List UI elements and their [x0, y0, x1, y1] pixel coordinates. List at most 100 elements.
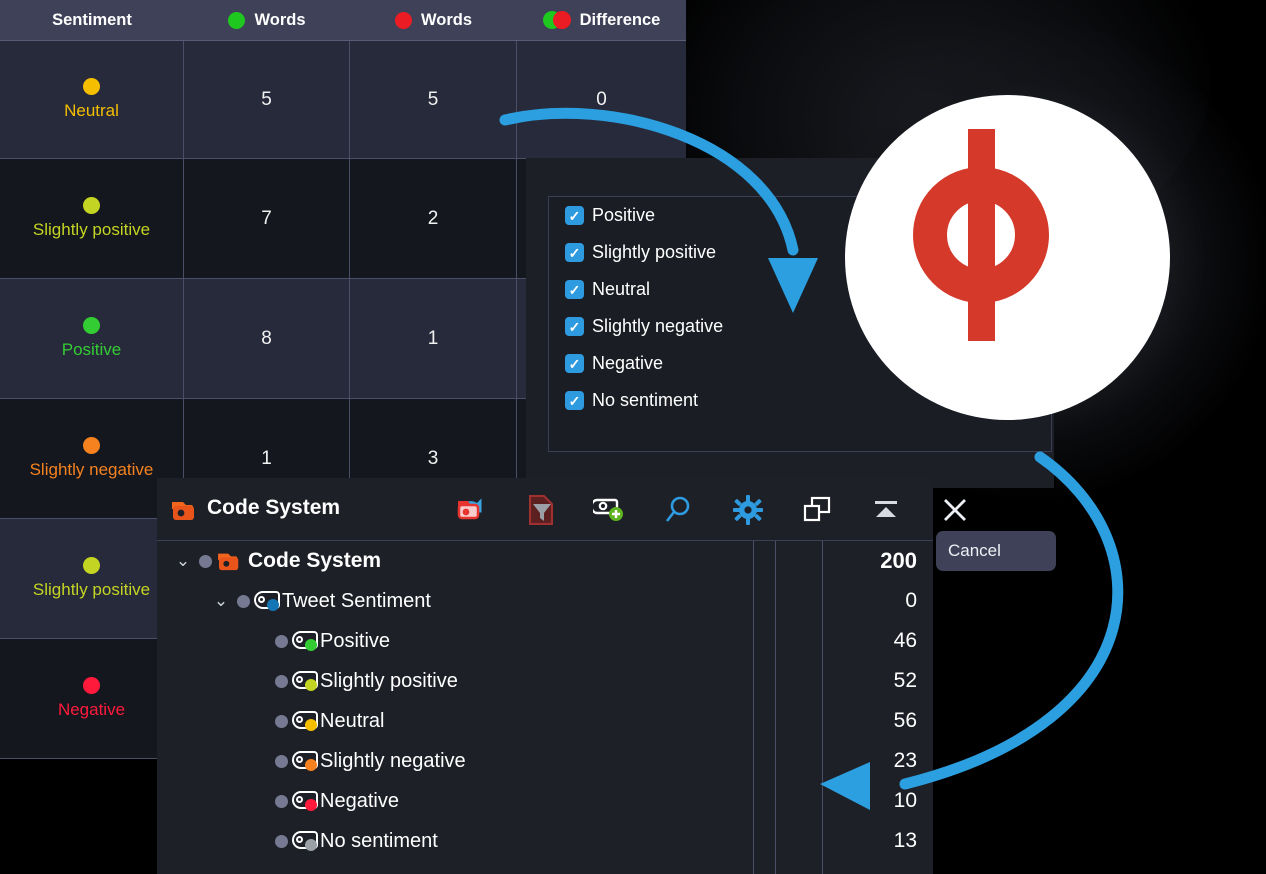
- cell-difference: 0: [517, 41, 686, 158]
- code-label: Tweet Sentiment: [282, 589, 431, 612]
- value: 1: [427, 327, 439, 349]
- code-icon: [292, 831, 318, 851]
- sentiment-dot-icon: [83, 437, 100, 454]
- tree-bullet-icon: [275, 834, 288, 848]
- filter-icon[interactable]: [506, 490, 575, 530]
- checkbox-checked-icon[interactable]: ✓: [565, 206, 584, 225]
- code-count-value: 13: [893, 829, 917, 852]
- cell-sentiment: Positive: [0, 279, 184, 398]
- code-system-toolbar: [437, 490, 989, 530]
- tree-bullet-icon: [275, 794, 288, 808]
- chevron-down-icon[interactable]: ⌄: [167, 551, 199, 571]
- checkbox-checked-icon[interactable]: ✓: [565, 317, 584, 336]
- code-label: Slightly negative: [320, 749, 466, 772]
- cell-green-words: 5: [184, 41, 350, 158]
- code-label: Positive: [320, 629, 391, 652]
- code-system-window: Code System ⌄ Code System ⌄ Tweet Sentim…: [157, 478, 966, 874]
- cell-sentiment: Neutral: [0, 41, 184, 158]
- green-dot-icon: [228, 11, 246, 29]
- code-icon: [292, 671, 318, 691]
- code-tree-row[interactable]: Slightly positive: [157, 661, 933, 701]
- code-tree-row[interactable]: ⌄ Code System: [157, 541, 933, 581]
- code-tree-row[interactable]: No sentiment: [157, 821, 933, 861]
- value: 7: [261, 207, 272, 229]
- column-header-difference[interactable]: Difference: [517, 0, 686, 40]
- checkbox-checked-icon[interactable]: ✓: [565, 354, 584, 373]
- code-icon: [292, 791, 318, 811]
- folder-code-icon: [216, 550, 244, 572]
- cell-green-words: 7: [184, 159, 350, 278]
- code-icon: [292, 751, 318, 771]
- table-row[interactable]: Neutral 5 5 0: [0, 41, 686, 159]
- code-count-value: 200: [880, 548, 917, 573]
- sentiment-dot-icon: [83, 677, 100, 694]
- cell-sentiment: Slightly positive: [0, 159, 184, 278]
- cancel-label: Cancel: [948, 541, 1001, 560]
- value: 3: [427, 447, 439, 469]
- code-tree-row[interactable]: Neutral: [157, 701, 933, 741]
- collapse-icon[interactable]: [851, 490, 920, 530]
- column-header-green-words[interactable]: Words: [184, 0, 350, 40]
- red-dot-icon: [394, 11, 412, 29]
- tree-bullet-icon: [275, 754, 288, 768]
- code-count-value: 10: [893, 789, 917, 812]
- sentiment-label: Neutral: [64, 101, 119, 120]
- chevron-down-icon[interactable]: ⌄: [205, 591, 237, 611]
- tree-column-divider-1: [753, 541, 754, 874]
- code-tree-row[interactable]: Negative: [157, 781, 933, 821]
- checkbox-checked-icon[interactable]: ✓: [565, 243, 584, 262]
- checkbox-label: No sentiment: [592, 390, 699, 410]
- cell-green-words: 8: [184, 279, 350, 398]
- column-header-label: Words: [420, 10, 473, 29]
- code-tree-row[interactable]: ⌄ Tweet Sentiment: [157, 581, 933, 621]
- code-label: Negative: [320, 789, 399, 812]
- sentiment-label: Slightly negative: [29, 460, 154, 479]
- value: 5: [427, 88, 439, 110]
- value: 2: [427, 207, 439, 229]
- code-count-value: 52: [893, 669, 917, 692]
- tree-bullet-icon: [199, 554, 212, 568]
- code-icon: [292, 631, 318, 651]
- detach-window-icon[interactable]: [782, 490, 851, 530]
- value: 1: [261, 447, 272, 469]
- sentiment-dot-icon: [83, 557, 100, 574]
- code-system-titlebar: Code System: [157, 478, 966, 540]
- tree-column-divider-3: [822, 541, 823, 874]
- code-label: Code System: [248, 549, 382, 572]
- column-header-label: Sentiment: [52, 10, 132, 29]
- folder-code-icon: [170, 498, 200, 527]
- code-count-value: 23: [893, 749, 917, 772]
- column-header-red-words[interactable]: Words: [350, 0, 517, 40]
- checkbox-label: Negative: [592, 353, 664, 373]
- search-icon[interactable]: [644, 490, 713, 530]
- sentiment-label: Slightly positive: [32, 220, 151, 239]
- tree-bullet-icon: [237, 594, 250, 608]
- new-code-icon[interactable]: [575, 490, 644, 530]
- undo-code-icon[interactable]: [437, 490, 506, 530]
- sentiment-dot-icon: [83, 78, 100, 95]
- checkbox-label: Slightly negative: [592, 316, 724, 336]
- sentiment-label: Negative: [57, 700, 126, 719]
- sentiment-label: Positive: [61, 340, 122, 359]
- checkbox-label: Slightly positive: [592, 242, 717, 262]
- column-header-sentiment[interactable]: Sentiment: [0, 0, 184, 40]
- code-tree-row[interactable]: Positive: [157, 621, 933, 661]
- settings-gear-icon[interactable]: [713, 490, 782, 530]
- close-icon[interactable]: [920, 490, 989, 530]
- checkbox-checked-icon[interactable]: ✓: [565, 391, 584, 410]
- tree-column-divider-2: [775, 541, 776, 874]
- code-tree-row[interactable]: Slightly negative: [157, 741, 933, 781]
- value: 8: [261, 327, 272, 349]
- sentiment-dot-icon: [83, 197, 100, 214]
- sentiment-dot-icon: [83, 317, 100, 334]
- column-header-label: Words: [254, 10, 306, 29]
- checkbox-checked-icon[interactable]: ✓: [565, 280, 584, 299]
- cancel-tooltip[interactable]: Cancel: [936, 531, 1056, 571]
- cell-red-words: 2: [350, 159, 517, 278]
- checkbox-label: Neutral: [592, 279, 651, 299]
- column-header-label: Difference: [579, 10, 661, 29]
- code-count-value: 46: [893, 629, 917, 652]
- sentiment-label: Slightly positive: [32, 580, 151, 599]
- code-system-title: Code System: [207, 496, 341, 519]
- code-label: No sentiment: [320, 829, 438, 852]
